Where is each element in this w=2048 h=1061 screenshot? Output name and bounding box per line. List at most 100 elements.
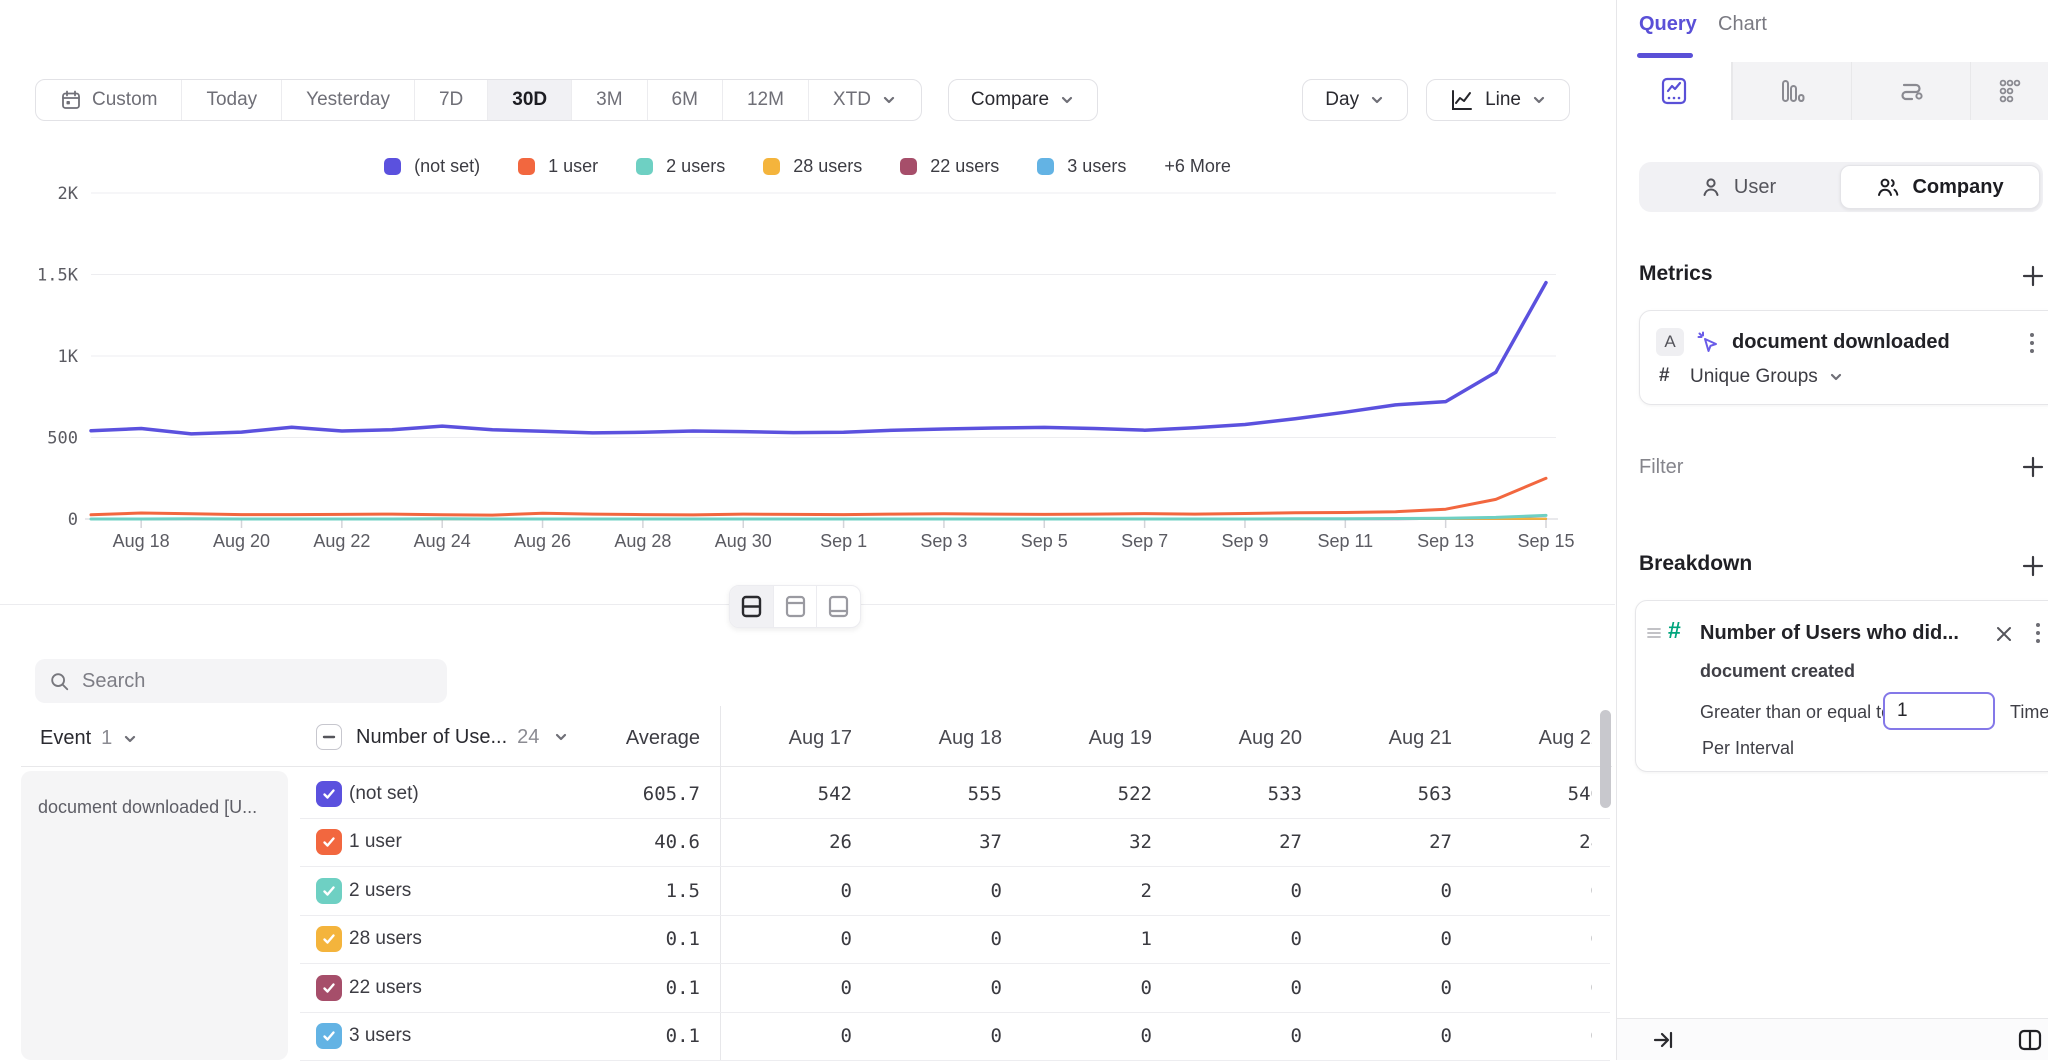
table-cell: 0: [1302, 977, 1452, 999]
table-cell: 0: [1452, 1025, 1592, 1047]
date-column-header: Aug 19: [1002, 727, 1152, 750]
table-cell: 0: [1302, 928, 1452, 950]
bar-chart-icon: [1777, 76, 1807, 106]
chevron-down-icon: [1828, 369, 1844, 385]
interval-dropdown[interactable]: Day: [1302, 79, 1408, 121]
add-breakdown-button[interactable]: [2019, 552, 2047, 580]
date-range-group: Custom Today Yesterday 7D 30D 3M 6M 12M XTD: [35, 79, 922, 121]
kebab-menu-icon[interactable]: [2034, 620, 2042, 648]
x-axis-label: Aug 26: [514, 531, 571, 551]
range-button-today[interactable]: Today: [182, 80, 282, 120]
dots-grid-icon: [1995, 76, 2025, 106]
range-label: 12M: [747, 89, 784, 111]
range-button-6m[interactable]: 6M: [648, 80, 723, 120]
table-cell: 540: [1452, 783, 1592, 805]
date-column-header: Aug 22: [1452, 727, 1592, 750]
range-button-custom[interactable]: Custom: [36, 80, 182, 120]
metrics-chart-icon: [1659, 76, 1689, 106]
range-button-xtd[interactable]: XTD: [809, 80, 921, 120]
range-button-7d[interactable]: 7D: [415, 80, 488, 120]
entity-option-company[interactable]: Company: [1840, 165, 2040, 209]
interval-label: Day: [1325, 89, 1359, 111]
layout-chart-only-button[interactable]: [774, 586, 818, 627]
compare-label: Compare: [971, 89, 1049, 111]
x-axis-label: Sep 13: [1417, 531, 1474, 551]
per-interval-label[interactable]: Per Interval: [1702, 738, 1794, 759]
range-label: Yesterday: [306, 89, 390, 111]
metric-card[interactable]: A document downloaded # Unique Groups: [1639, 310, 2048, 405]
table-cell: 0: [1152, 1025, 1302, 1047]
range-button-30d[interactable]: 30D: [488, 80, 572, 120]
range-button-3m[interactable]: 3M: [572, 80, 647, 120]
range-label: 6M: [672, 89, 698, 111]
measure-dropdown[interactable]: Unique Groups: [1690, 366, 1844, 388]
table-cell: 0: [702, 1025, 852, 1047]
series-line: [91, 478, 1546, 515]
chart-type-tab-flow[interactable]: [1851, 62, 1970, 120]
split-view-icon[interactable]: [2017, 1027, 2043, 1053]
table-cell: 0: [852, 977, 1002, 999]
y-axis-label: 500: [47, 429, 78, 449]
entity-toggle: User Company: [1639, 162, 2043, 212]
drag-handle-icon[interactable]: [1646, 625, 1662, 641]
range-label: 3M: [596, 89, 622, 111]
tab-query[interactable]: Query: [1639, 13, 1697, 36]
company-users-icon: [1876, 176, 1900, 198]
table-cell: 522: [1002, 783, 1152, 805]
breakdown-property-name[interactable]: Number of Users who did...: [1700, 622, 1959, 645]
plus-icon: [2020, 454, 2046, 480]
compare-button[interactable]: Compare: [948, 79, 1098, 121]
chevron-down-icon: [1531, 92, 1547, 108]
measure-hash-icon: #: [1659, 365, 1670, 387]
chart-type-dropdown[interactable]: Line: [1426, 79, 1570, 121]
breakdown-hash-icon: #: [1668, 617, 1681, 644]
table-cell: 0: [1002, 977, 1152, 999]
chart-type-tab-bars[interactable]: [1732, 62, 1851, 120]
y-axis-label: 1.5K: [37, 266, 79, 286]
times-input[interactable]: [1883, 692, 1995, 730]
range-label: 30D: [512, 89, 547, 111]
collapse-panel-icon[interactable]: [1651, 1028, 1675, 1052]
table-scrollbar[interactable]: [1600, 710, 1611, 808]
date-column-header: Aug 18: [852, 727, 1002, 750]
add-filter-button[interactable]: [2019, 453, 2047, 481]
range-button-yesterday[interactable]: Yesterday: [282, 80, 415, 120]
range-label: Custom: [92, 89, 157, 111]
entity-option-user[interactable]: User: [1639, 162, 1837, 212]
range-button-12m[interactable]: 12M: [723, 80, 809, 120]
search-input[interactable]: [82, 670, 433, 693]
x-axis-label: Sep 15: [1517, 531, 1574, 551]
table-cell: 555: [852, 783, 1002, 805]
x-axis-label: Sep 3: [920, 531, 967, 551]
x-axis-label: Aug 24: [414, 531, 471, 551]
kebab-menu-icon[interactable]: [2028, 330, 2036, 358]
date-column-header: Aug 21: [1302, 727, 1452, 750]
tab-chart[interactable]: Chart: [1718, 13, 1767, 36]
breakdown-card[interactable]: # Number of Users who did... document cr…: [1635, 600, 2048, 772]
layout-table-only-button[interactable]: [817, 586, 860, 627]
y-axis-label: 2K: [58, 184, 79, 204]
event-click-icon: [1694, 328, 1722, 356]
breakdown-condition-label[interactable]: Greater than or equal to: [1700, 702, 1891, 723]
close-icon[interactable]: [1994, 624, 2014, 644]
y-axis-label: 1K: [58, 347, 79, 367]
search-icon: [49, 670, 70, 693]
times-label: Times: [2010, 702, 2048, 723]
breakdown-section-title: Breakdown: [1639, 552, 1752, 576]
table-cell: 0: [1152, 977, 1302, 999]
plus-icon: [2020, 553, 2046, 579]
table-cell: 0: [1002, 1025, 1152, 1047]
add-metric-button[interactable]: [2019, 262, 2047, 290]
layout-split-button[interactable]: [730, 586, 774, 627]
split-layout-icon: [739, 594, 764, 619]
range-label: 7D: [439, 89, 463, 111]
flow-journey-icon: [1896, 76, 1926, 106]
table-cell: 0: [1452, 977, 1592, 999]
chart-type-tab-metrics[interactable]: [1617, 62, 1732, 120]
x-axis-label: Sep 9: [1221, 531, 1268, 551]
chart-type-tab-grid[interactable]: [1970, 62, 2048, 120]
x-axis-label: Aug 30: [715, 531, 772, 551]
metric-event-name[interactable]: document downloaded: [1732, 331, 1950, 354]
table-cell: 0: [852, 1025, 1002, 1047]
x-axis-label: Aug 20: [213, 531, 270, 551]
